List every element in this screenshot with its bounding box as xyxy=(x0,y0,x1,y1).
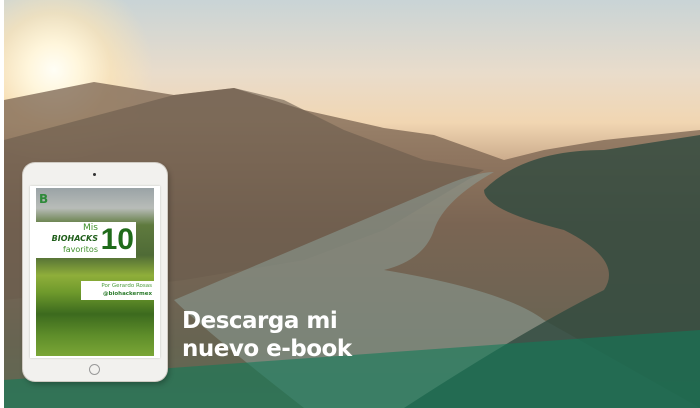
tablet-screen: B Mis BIOHACKS favoritos 10 Por Gerardo … xyxy=(30,186,160,358)
cover-title-biohacks: BIOHACKS xyxy=(51,234,98,243)
cover-handle: @biohackermex xyxy=(103,291,152,297)
home-button-icon xyxy=(89,364,100,375)
headline: Descarga mi nuevo e-book xyxy=(182,307,352,363)
cover-title-mis: Mis xyxy=(83,223,98,233)
cover-title-favoritos: favoritos xyxy=(62,245,98,254)
ebook-tablet-mockup[interactable]: B Mis BIOHACKS favoritos 10 Por Gerardo … xyxy=(23,163,167,381)
cover-title-number: 10 xyxy=(100,223,134,256)
cover-title-box: Mis BIOHACKS favoritos 10 xyxy=(36,222,136,258)
headline-line-2: nuevo e-book xyxy=(182,336,352,362)
cover-author-box: Por Gerardo Rosas @biohackermex xyxy=(81,281,154,300)
headline-line-1: Descarga mi xyxy=(182,308,338,334)
brand-logo-icon: B xyxy=(39,192,49,206)
ebook-cover: B Mis BIOHACKS favoritos 10 Por Gerardo … xyxy=(36,188,154,356)
cover-author: Por Gerardo Rosas xyxy=(101,283,152,289)
camera-dot xyxy=(93,173,96,176)
